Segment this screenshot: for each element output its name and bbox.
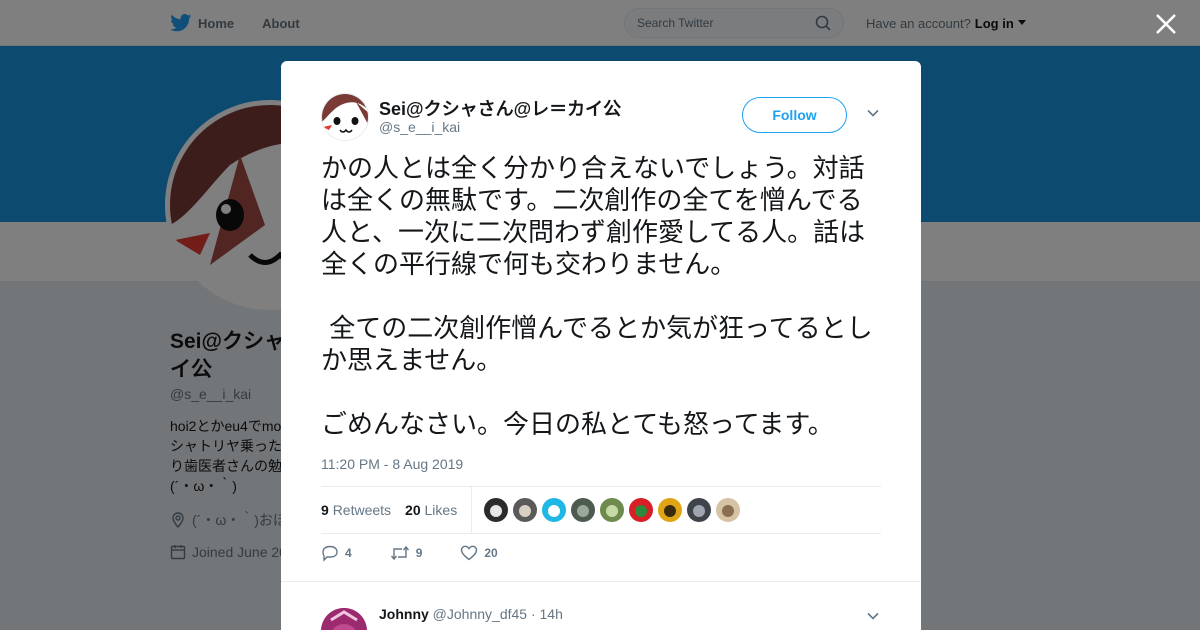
likes-label: Likes	[424, 502, 458, 518]
avatar-image-icon	[600, 498, 625, 522]
liker-avatar[interactable]	[600, 498, 625, 522]
chevron-down-icon[interactable]	[866, 106, 880, 120]
tweet-author-handle[interactable]: @s_e__i_kai	[379, 119, 460, 135]
liker-avatar[interactable]	[513, 498, 538, 522]
liker-avatar[interactable]	[542, 498, 567, 522]
avatar-face-icon	[322, 94, 368, 140]
retweet-icon	[390, 545, 409, 561]
like-action[interactable]: 20	[460, 544, 498, 562]
like-count: 20	[484, 546, 498, 560]
reply-item[interactable]: Johnny @Johnny_df45 · 14h	[281, 581, 921, 630]
reply-author: Johnny @Johnny_df45 · 14h	[379, 606, 563, 622]
avatar-image-icon	[629, 498, 654, 522]
retweet-count: 9	[415, 546, 423, 560]
reply-count: 4	[345, 546, 352, 560]
follow-button[interactable]: Follow	[742, 97, 847, 133]
avatar-image-icon	[542, 498, 567, 522]
liker-avatar[interactable]	[658, 498, 683, 522]
chevron-down-icon[interactable]	[866, 609, 880, 623]
tweet-stats: 9 Retweets 20 Likes	[321, 486, 881, 534]
liker-avatar[interactable]	[716, 498, 741, 522]
retweets-count: 9	[321, 502, 329, 518]
tweet-timestamp[interactable]: 11:20 PM - 8 Aug 2019	[321, 456, 463, 472]
tweet-text: かの人とは全く分かり合えないでしょう。対話は全くの無駄です。二次創作の全てを憎ん…	[321, 154, 873, 440]
tweet-modal: Sei@クシャさん@レ＝カイ公 @s_e__i_kai Follow かの人とは…	[281, 61, 921, 630]
avatar-image-icon	[658, 498, 683, 522]
avatar-image-icon	[716, 498, 741, 522]
likes-stat[interactable]: 20 Likes	[405, 502, 457, 518]
reply-author-name[interactable]: Johnny	[379, 606, 429, 622]
reply-icon	[322, 545, 338, 562]
likes-count: 20	[405, 502, 421, 518]
liker-avatar[interactable]	[484, 498, 509, 522]
avatar-image-icon	[571, 498, 596, 522]
reply-action[interactable]: 4	[321, 544, 352, 562]
close-icon[interactable]	[1154, 12, 1178, 36]
liker-avatars	[484, 498, 741, 522]
retweet-action[interactable]: 9	[390, 544, 423, 562]
reply-time[interactable]: · 14h	[531, 606, 563, 622]
liker-avatar[interactable]	[571, 498, 596, 522]
avatar-image-icon	[513, 498, 538, 522]
retweets-label: Retweets	[332, 502, 392, 518]
tweet-author-name[interactable]: Sei@クシャさん@レ＝カイ公	[379, 95, 621, 121]
reply-author-avatar[interactable]	[321, 608, 367, 630]
tweet-author-avatar[interactable]	[321, 93, 369, 141]
reply-author-handle[interactable]: @Johnny_df45	[433, 606, 527, 622]
tweet-actions: 4 9 20	[321, 544, 536, 562]
heart-icon	[461, 545, 478, 561]
avatar-image-icon	[321, 608, 367, 630]
avatar-image-icon	[484, 498, 509, 522]
avatar-image-icon	[687, 498, 712, 522]
retweets-stat[interactable]: 9 Retweets	[321, 502, 391, 518]
liker-avatar[interactable]	[629, 498, 654, 522]
stats-divider	[471, 486, 473, 534]
liker-avatar[interactable]	[687, 498, 712, 522]
tweet-header: Sei@クシャさん@レ＝カイ公 @s_e__i_kai Follow	[321, 93, 881, 143]
